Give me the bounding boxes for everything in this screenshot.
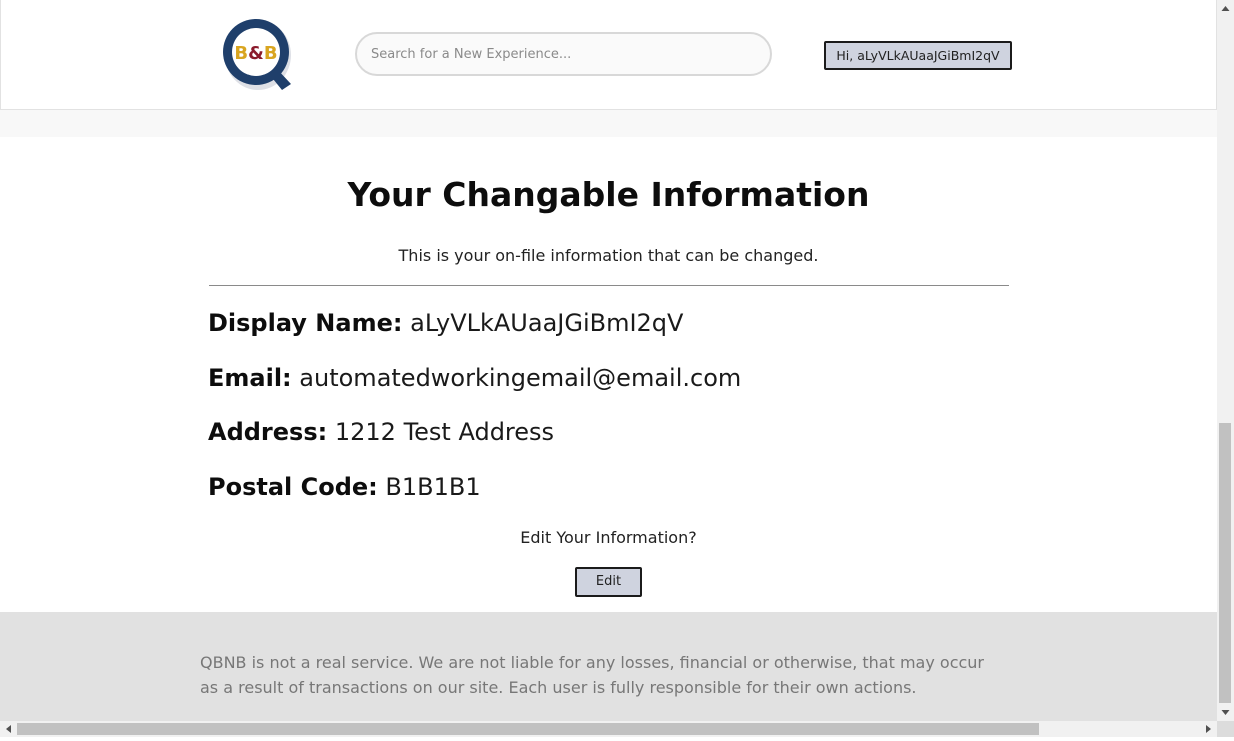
address-label: Address: (208, 418, 328, 446)
email-value: automatedworkingemail@email.com (299, 364, 742, 392)
logo-q-icon: B&B & (223, 19, 291, 90)
address-row: Address: 1212 Test Address (208, 418, 554, 446)
page-subtitle: This is your on-file information that ca… (398, 246, 819, 265)
vertical-scrollbar[interactable] (1217, 0, 1234, 721)
horizontal-scroll-thumb[interactable] (17, 723, 1039, 735)
address-value: 1212 Test Address (334, 418, 555, 446)
postal-code-label: Postal Code: (208, 473, 378, 501)
vertical-scroll-thumb[interactable] (1219, 423, 1231, 703)
display-name-row: Display Name: aLyVLkAUaaJGiBmI2qV (208, 309, 683, 337)
scroll-down-arrow-icon[interactable] (1217, 704, 1234, 721)
page-title: Your Changable Information (347, 175, 870, 214)
display-name-value: aLyVLkAUaaJGiBmI2qV (410, 309, 684, 337)
postal-code-value: B1B1B1 (385, 473, 481, 501)
site-header: B&B & Hi, aLyVLkAUaaJGiBmI2qV (0, 0, 1217, 110)
site-logo[interactable]: B&B & (219, 14, 295, 94)
scroll-right-arrow-icon[interactable] (1200, 721, 1217, 737)
site-footer: QBNB is not a real service. We are not l… (0, 612, 1217, 721)
scroll-up-arrow-icon[interactable] (1217, 0, 1234, 17)
page-viewport: B&B & Hi, aLyVLkAUaaJGiBmI2qV Your Chang… (0, 0, 1217, 721)
email-label: Email: (208, 364, 292, 392)
scroll-left-arrow-icon[interactable] (0, 721, 17, 737)
header-spacer (0, 110, 1217, 137)
scrollbar-corner (1217, 721, 1234, 737)
postal-code-row: Postal Code: B1B1B1 (208, 473, 481, 501)
edit-button[interactable]: Edit (575, 567, 642, 597)
edit-prompt: Edit Your Information? (520, 528, 697, 547)
footer-disclaimer: QBNB is not a real service. We are not l… (200, 653, 984, 697)
user-greeting-button[interactable]: Hi, aLyVLkAUaaJGiBmI2qV (824, 41, 1012, 70)
search-input[interactable] (355, 32, 772, 76)
email-row: Email: automatedworkingemail@email.com (208, 364, 741, 392)
display-name-label: Display Name: (208, 309, 403, 337)
section-divider (209, 285, 1009, 286)
horizontal-scrollbar[interactable] (0, 721, 1217, 737)
